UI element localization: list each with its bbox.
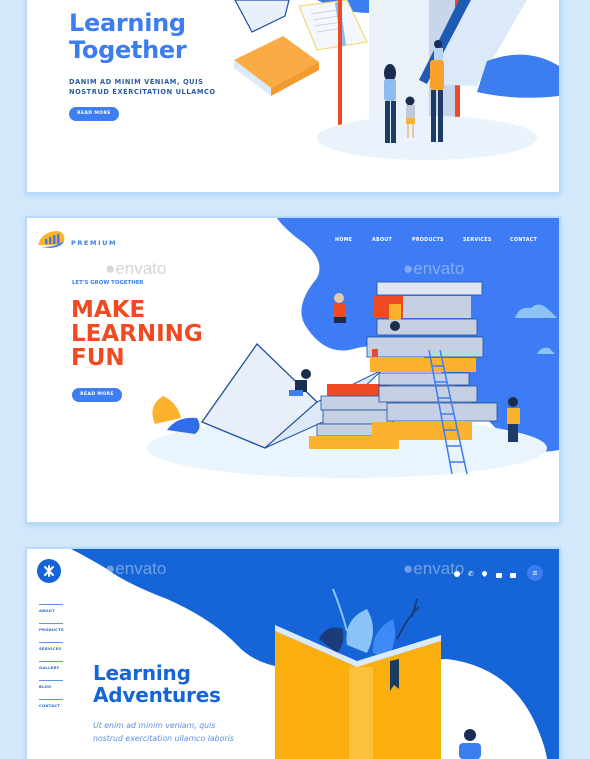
sidebar-nav-contact[interactable]: CONTACT — [39, 699, 63, 708]
envato-watermark: ●envato — [105, 559, 167, 578]
hero-description: Ut enim ad minim veniam, quis nostrud ex… — [93, 719, 234, 745]
nav-products[interactable]: PRODUCTS — [412, 238, 444, 243]
cross-logo-icon — [44, 565, 54, 577]
eyebrow-text: LET'S GROW TOGETHER — [72, 280, 144, 286]
landing-card-make-learning-fun: PREMIUM HOME ABOUT PRODUCTS SERVICES CON… — [27, 218, 559, 522]
hero-title: MAKE LEARNING FUN — [71, 298, 203, 370]
brand-name: PREMIUM — [71, 239, 118, 247]
floor-shadow — [317, 116, 537, 160]
sidebar-nav-products[interactable]: PRODUCTS — [39, 623, 64, 632]
orange-book — [234, 36, 319, 88]
nav-contact[interactable]: CONTACT — [510, 238, 537, 243]
nav-services[interactable]: SERVICES — [463, 238, 492, 243]
blue-wave — [477, 54, 559, 98]
sidebar-nav-about[interactable]: ABOUT — [39, 604, 63, 613]
nav-about[interactable]: ABOUT — [372, 238, 392, 243]
hero-subtitle: DANIM AD MINIM VENIAM, QUIS NOSTRUD EXER… — [69, 77, 216, 97]
hero-subtitle-line-2: NOSTRUD EXERCITATION ULLAMCO — [69, 88, 216, 96]
hero-title-line-2: Adventures — [93, 683, 221, 707]
sidebar-nav-services[interactable]: SERVICES — [39, 642, 63, 651]
phone-icon[interactable]: ✆ — [468, 570, 474, 578]
envato-watermark: ●envato — [403, 259, 465, 278]
red-book-edge — [338, 0, 342, 136]
site-logo[interactable] — [37, 559, 61, 583]
bookmark — [372, 349, 378, 357]
envato-watermark: ●envato — [105, 259, 167, 278]
plant-leaf — [167, 417, 200, 434]
hero-title: Learning Adventures — [93, 662, 221, 706]
hero-description-line-1: Ut enim ad minim veniam, quis — [93, 721, 216, 730]
hamburger-menu-button[interactable] — [527, 565, 543, 581]
mother-figure — [384, 64, 396, 143]
hero-title-line-2: LEARNING — [71, 321, 203, 347]
sidebar-nav-gallery[interactable]: GALLERY — [39, 661, 63, 670]
read-more-button[interactable]: READ MORE — [69, 107, 119, 121]
hero-title: Learning Together — [69, 9, 187, 64]
watermark-text: envato — [115, 259, 167, 278]
hero-description-line-2: nostrud exercitation ullamco laboris — [93, 734, 234, 743]
hero-title-line-2: Together — [69, 36, 187, 64]
nav-home[interactable]: HOME — [335, 238, 352, 243]
plant-leaf — [152, 396, 181, 424]
sidebar-nav-blog[interactable]: BLOG — [39, 680, 63, 689]
landing-card-learning-adventures: ABOUT PRODUCTS SERVICES GALLERY BLOG CON… — [27, 549, 559, 759]
hero-title-line-1: Learning — [69, 9, 186, 37]
hero-title-line-3: FUN — [71, 345, 125, 371]
read-more-button[interactable]: READ MORE — [72, 388, 122, 402]
hero-title-line-1: Learning — [93, 661, 191, 685]
hero-title-line-1: MAKE — [71, 297, 146, 323]
video-icon[interactable] — [496, 573, 502, 578]
hero-subtitle-line-1: DANIM AD MINIM VENIAM, QUIS — [69, 78, 204, 86]
watermark-text: envato — [413, 259, 465, 278]
watermark-text: envato — [115, 559, 167, 578]
kid-hanging-yellow — [389, 304, 401, 331]
open-book-corner — [234, 0, 290, 33]
globe-icon[interactable] — [454, 571, 460, 577]
premium-logo-icon — [38, 231, 65, 248]
landing-card-learning-together: Learning Together DANIM AD MINIM VENIAM,… — [27, 0, 559, 192]
hamburger-menu-icon — [533, 571, 537, 575]
mail-icon[interactable] — [510, 573, 516, 578]
